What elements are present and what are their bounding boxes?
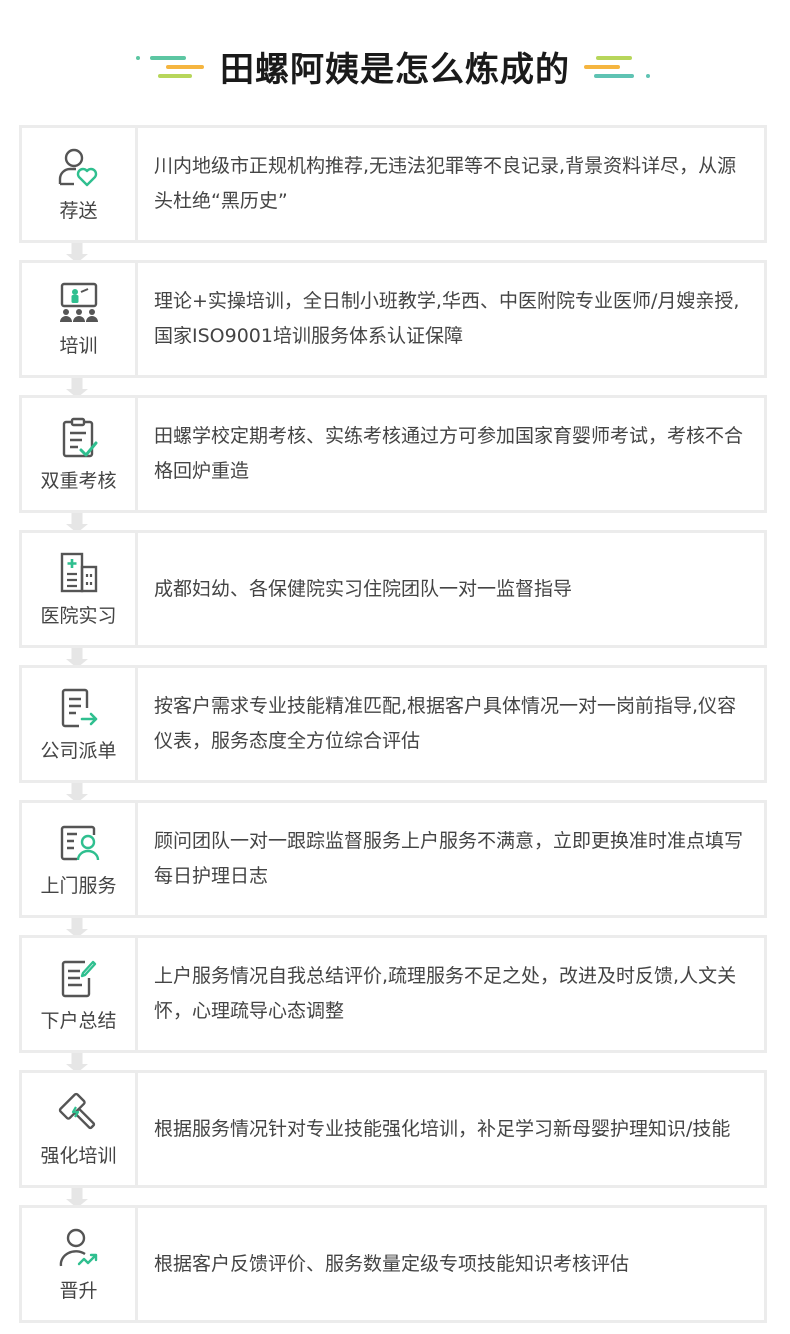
step-text: 成都妇幼、各保健院实习住院团队一对一监督指导 [154,577,573,600]
step-title: 晋升 [59,1279,98,1302]
step-description: 上户服务情况自我总结评价,疏理服务不足之处，改进及时反馈,人文关怀，心理疏导心态… [138,938,764,1050]
step-title: 公司派单 [40,739,117,762]
hammer-icon [57,1091,101,1135]
step-title: 荐送 [59,199,98,222]
page-title: 田螺阿姨是怎么炼成的 [220,49,570,90]
user-heart-icon [57,146,101,190]
step-title: 培训 [59,334,98,357]
page-header: 田螺阿姨是怎么炼成的 [0,38,790,94]
step-header: 下户总结 [22,938,138,1050]
step-header: 晋升 [22,1208,138,1320]
step-header: 上门服务 [22,803,138,915]
step-text: 按客户需求专业技能精准匹配,根据客户具体情况一对一岗前指导,仪容仪表，服务态度全… [154,695,737,752]
title-decoration-left [136,46,206,86]
step-description: 按客户需求专业技能精准匹配,根据客户具体情况一对一岗前指导,仪容仪表，服务态度全… [138,668,764,780]
step-card-summary: 下户总结 上户服务情况自我总结评价,疏理服务不足之处，改进及时反馈,人文关怀，心… [19,935,767,1053]
clipboard-check-icon [57,416,101,460]
step-title: 强化培训 [40,1144,117,1167]
step-text: 田螺学校定期考核、实练考核通过方可参加国家育婴师考试，考核不合格回炉重造 [154,425,744,482]
step-description: 根据服务情况针对专业技能强化培训，补足学习新母婴护理知识/技能 [138,1073,764,1185]
title-decoration-right [584,46,654,86]
step-header: 强化培训 [22,1073,138,1185]
step-header: 培训 [22,263,138,375]
note-pencil-icon [57,956,101,1000]
step-card-home-service: 上门服务 顾问团队一对一跟踪监督服务上户服务不满意，立即更换准时准点填写每日护理… [19,800,767,918]
step-description: 成都妇幼、各保健院实习住院团队一对一监督指导 [138,533,764,645]
step-text: 顾问团队一对一跟踪监督服务上户服务不满意，立即更换准时准点填写每日护理日志 [154,830,744,887]
classroom-icon [57,281,101,325]
user-growth-icon [57,1226,101,1270]
step-description: 理论+实操培训，全日制小班教学,华西、中医附院专业医师/月嫂亲授,国家ISO90… [138,263,764,375]
step-title: 双重考核 [40,469,117,492]
hospital-icon [57,551,101,595]
document-arrow-icon [57,686,101,730]
step-card-recommend: 荐送 川内地级市正规机构推荐,无违法犯罪等不良记录,背景资料详尽，从源头杜绝“黑… [19,125,767,243]
step-card-hospital-internship: 医院实习 成都妇幼、各保健院实习住院团队一对一监督指导 [19,530,767,648]
step-description: 川内地级市正规机构推荐,无违法犯罪等不良记录,背景资料详尽，从源头杜绝“黑历史” [138,128,764,240]
step-card-training: 培训 理论+实操培训，全日制小班教学,华西、中医附院专业医师/月嫂亲授,国家IS… [19,260,767,378]
id-card-user-icon [57,821,101,865]
step-text: 根据客户反馈评价、服务数量定级专项技能知识考核评估 [154,1252,630,1275]
step-description: 根据客户反馈评价、服务数量定级专项技能知识考核评估 [138,1208,764,1320]
step-header: 双重考核 [22,398,138,510]
step-card-dispatch: 公司派单 按客户需求专业技能精准匹配,根据客户具体情况一对一岗前指导,仪容仪表，… [19,665,767,783]
step-header: 荐送 [22,128,138,240]
step-text: 理论+实操培训，全日制小班教学,华西、中医附院专业医师/月嫂亲授,国家ISO90… [154,290,740,347]
step-text: 根据服务情况针对专业技能强化培训，补足学习新母婴护理知识/技能 [154,1117,731,1140]
step-description: 顾问团队一对一跟踪监督服务上户服务不满意，立即更换准时准点填写每日护理日志 [138,803,764,915]
step-title: 上门服务 [40,874,117,897]
step-text: 上户服务情况自我总结评价,疏理服务不足之处，改进及时反馈,人文关怀，心理疏导心态… [154,965,737,1022]
step-card-promotion: 晋升 根据客户反馈评价、服务数量定级专项技能知识考核评估 [19,1205,767,1323]
step-text: 川内地级市正规机构推荐,无违法犯罪等不良记录,背景资料详尽，从源头杜绝“黑历史” [154,155,737,212]
step-header: 公司派单 [22,668,138,780]
step-header: 医院实习 [22,533,138,645]
step-title: 医院实习 [40,604,117,627]
step-card-intensive-training: 强化培训 根据服务情况针对专业技能强化培训，补足学习新母婴护理知识/技能 [19,1070,767,1188]
step-description: 田螺学校定期考核、实练考核通过方可参加国家育婴师考试，考核不合格回炉重造 [138,398,764,510]
step-title: 下户总结 [40,1009,117,1032]
step-card-double-assessment: 双重考核 田螺学校定期考核、实练考核通过方可参加国家育婴师考试，考核不合格回炉重… [19,395,767,513]
